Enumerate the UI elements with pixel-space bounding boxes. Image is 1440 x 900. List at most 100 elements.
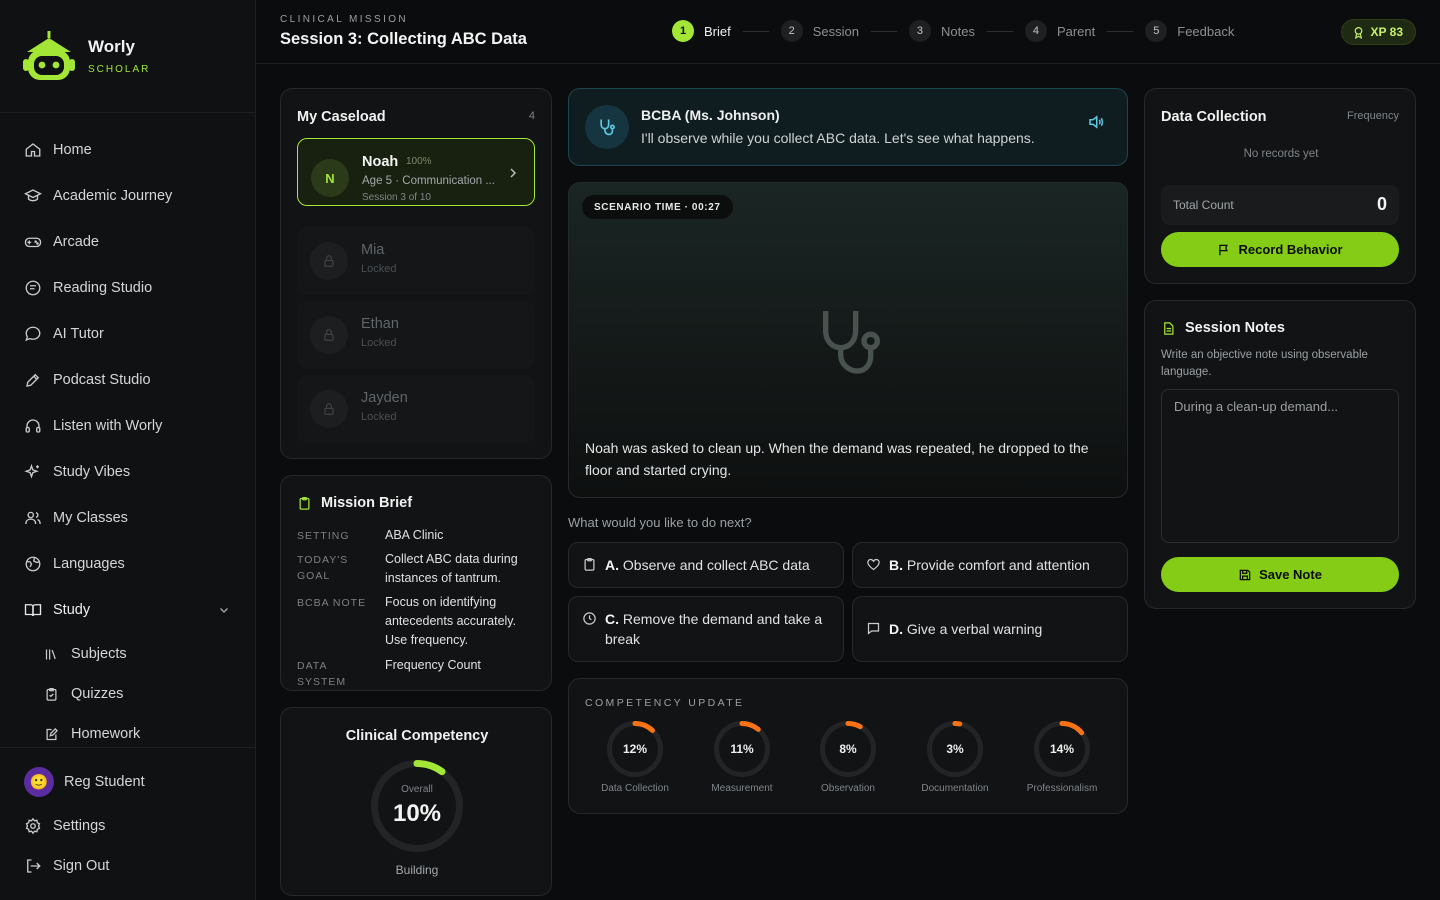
step-parent[interactable]: 4 Parent [1024,20,1145,42]
edit-note-icon [46,727,59,740]
brand-subtitle: SCHOLAR [88,64,151,75]
step-label: Feedback [1177,23,1235,39]
step-connector [986,30,1013,32]
nav-label: Arcade [53,234,99,250]
metric-value: 11% [730,742,754,756]
nav-my-classes[interactable]: My Classes [0,498,256,538]
nav-reading-studio[interactable]: Reading Studio [0,268,256,308]
button-label: Save Note [1259,567,1322,582]
update-title: COMPETENCY UPDATE [585,697,745,709]
nav-label: Home [53,142,92,158]
session-notes-card: Session Notes Write an objective note us… [1144,300,1416,609]
step-brief[interactable]: 1 Brief [672,20,781,42]
nav-label: Quizzes [71,686,124,702]
heart-icon [867,558,880,571]
metric-label: Documentation [921,783,989,794]
option-letter: C. [605,611,619,627]
nav-languages[interactable]: Languages [0,544,256,584]
save-note-button[interactable]: Save Note [1161,557,1399,592]
notes-title: Session Notes [1185,320,1285,336]
nav-label: AI Tutor [53,326,104,342]
nav-podcast-studio[interactable]: Podcast Studio [0,360,256,400]
step-number: 4 [1024,20,1047,42]
option-c-button[interactable]: C. Remove the demand and take a break [568,596,844,662]
caseload-card: My Caseload 4 N Noah 100% Age 5 · Commun… [280,88,552,459]
mission-stepper: 1 Brief 2 Session 3 Notes 4 Parent 5 Fee… [672,20,1234,42]
caseload-count: 4 [528,110,535,122]
globe-icon [25,556,41,572]
option-b-button[interactable]: B. Provide comfort and attention [852,542,1128,588]
step-connector [742,30,769,32]
record-behavior-button[interactable]: Record Behavior [1161,232,1399,267]
option-text: Remove the demand and take a break [605,611,823,647]
metric-documentation: 3% Documentation [905,721,1005,794]
patient-card-jayden[interactable]: Jayden Locked [297,375,535,443]
total-count-value: 0 [1376,194,1387,214]
step-label: Session [812,23,859,39]
patient-status: Locked [361,263,397,275]
competency-update-card: COMPETENCY UPDATE 12% Data Collection 11… [568,678,1128,814]
nav-ai-tutor[interactable]: AI Tutor [0,314,256,354]
patient-card-noah[interactable]: N Noah 100% Age 5 · Communication ... Se… [297,138,535,206]
option-letter: A. [605,557,619,573]
brief-value: Focus on identifying antecedents accurat… [385,595,517,647]
scenario-time: SCENARIO TIME · 00:27 [582,195,733,219]
session-note-textarea[interactable] [1161,389,1399,543]
step-number: 2 [780,20,803,42]
nav-settings[interactable]: Settings [0,806,256,846]
chat-bubble-icon [25,326,41,342]
lock-icon [310,242,348,280]
nav-sign-out[interactable]: Sign Out [0,846,256,886]
nav-label: Podcast Studio [53,372,151,388]
sign-out-icon [27,859,41,873]
nav-label: Listen with Worly [53,418,163,434]
patient-status: Locked [361,337,397,349]
option-a-button[interactable]: A. Observe and collect ABC data [568,542,844,588]
step-connector [870,30,897,32]
option-text: Observe and collect ABC data [622,557,810,573]
metric-data-collection: 12% Data Collection [585,721,685,794]
stethoscope-illustration-icon [823,311,880,374]
bcba-name: BCBA (Ms. Johnson) [641,107,780,123]
patient-status: Locked [361,411,397,423]
option-text: Provide comfort and attention [906,557,1090,573]
home-icon [25,143,41,157]
step-label: Brief [704,23,731,39]
clipboard-check-icon [46,687,57,701]
gear-icon [25,817,41,835]
step-notes[interactable]: 3 Notes [908,20,1025,42]
patient-card-mia[interactable]: Mia Locked [297,227,535,295]
patient-name: Mia [361,242,385,258]
step-number: 3 [908,20,931,42]
nav-home[interactable]: Home [0,130,256,170]
open-book-icon [24,604,42,617]
step-label: Notes [940,23,975,39]
nav-label: Sign Out [53,858,110,874]
nav-study-vibes[interactable]: Study Vibes [0,452,256,492]
metric-observation: 8% Observation [798,721,898,794]
nav-academic-journey[interactable]: Academic Journey [0,176,256,216]
nav-quizzes[interactable]: Quizzes [0,674,256,714]
next-action-prompt: What would you like to do next? [568,515,752,530]
chevron-down-icon[interactable] [218,604,230,616]
nav-label: Languages [53,556,125,572]
nav-study[interactable]: Study [0,590,256,630]
mission-kicker: CLINICAL MISSION [280,14,409,25]
nav-arcade[interactable]: Arcade [0,222,256,262]
brief-value: Collect ABC data during instances of tan… [385,552,518,585]
brief-key: SETTING [297,530,350,542]
nav-listen-with-worly[interactable]: Listen with Worly [0,406,256,446]
speaker-icon[interactable] [1087,113,1105,131]
step-session[interactable]: 2 Session [780,20,909,42]
user-profile[interactable]: 🙂 Reg Student [0,762,256,802]
step-connector [1107,30,1134,32]
brief-value: Frequency Count [385,658,481,672]
step-feedback[interactable]: 5 Feedback [1145,20,1234,42]
patient-session: Session 3 of 10 [362,192,431,203]
option-d-button[interactable]: D. Give a verbal warning [852,596,1128,662]
patient-card-ethan[interactable]: Ethan Locked [297,301,535,369]
option-letter: B. [889,557,903,573]
nav-subjects[interactable]: Subjects [0,634,256,674]
brand[interactable]: Worly SCHOLAR [0,0,255,113]
data-collection-title: Data Collection [1161,109,1267,125]
